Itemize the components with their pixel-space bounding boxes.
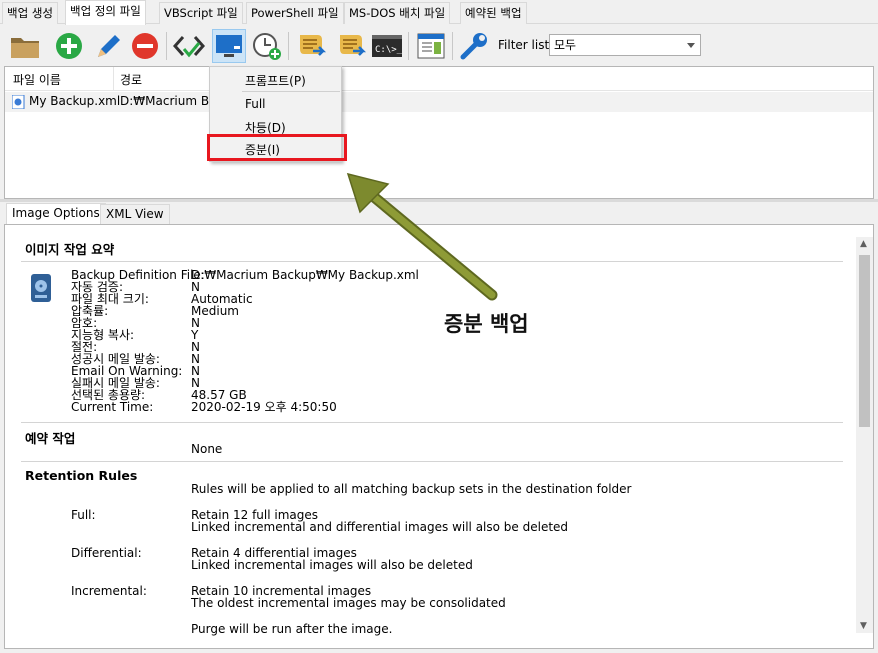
settings-button[interactable] (458, 29, 492, 63)
file-name-cell: My Backup.xml (29, 94, 121, 108)
vbscript-icon (300, 35, 327, 56)
menu-item-full[interactable]: Full (245, 97, 266, 111)
powershell-icon (340, 35, 367, 56)
incremental-highlight-box (207, 134, 347, 161)
toolbar: C:\>_ Filter list 모두 (4, 26, 874, 68)
summary-title: 이미지 작업 요약 (25, 242, 115, 257)
top-tab-bar: 백업 생성 백업 정의 파일 VBScript 파일 PowerShell 파일… (0, 0, 878, 25)
delete-icon (132, 33, 158, 59)
file-list-header: 파일 이름 경로 (5, 67, 873, 91)
xml-file-icon (12, 95, 25, 109)
retention-title: Retention Rules (25, 468, 138, 483)
properties-button[interactable] (414, 29, 448, 63)
msdos-icon: C:\>_ (372, 35, 403, 57)
add-icon (56, 33, 82, 59)
filter-list-select[interactable]: 모두 (549, 34, 701, 56)
drive-icon (31, 274, 51, 302)
filter-list-label: Filter list (498, 38, 550, 52)
svg-text:C:\>_: C:\>_ (375, 45, 403, 55)
vbscript-button[interactable] (294, 29, 328, 63)
edit-button[interactable] (90, 29, 124, 63)
powershell-button[interactable] (334, 29, 368, 63)
tab-image-options[interactable]: Image Options (6, 203, 106, 226)
purge-text: Purge will be run after the image. (191, 622, 393, 636)
edit-icon (98, 35, 120, 57)
tab-backup-definition-files[interactable]: 백업 정의 파일 (65, 0, 146, 25)
add-button[interactable] (52, 29, 86, 63)
retention-label-incremental: Incremental: (71, 584, 147, 598)
tab-msdos-batch-files[interactable]: MS-DOS 배치 파일 (344, 2, 451, 24)
delete-button[interactable] (128, 29, 162, 63)
open-folder-button[interactable] (8, 29, 42, 63)
report-scrollbar[interactable]: ▲ ▼ (856, 237, 873, 633)
scroll-thumb[interactable] (859, 255, 870, 427)
settings-wrench-icon (460, 33, 487, 60)
backup-image-icon (216, 35, 242, 57)
retention-label-full: Full: (71, 508, 96, 522)
msdos-batch-button[interactable]: C:\>_ (370, 29, 404, 63)
annotation-arrow (346, 172, 498, 301)
schedule-icon (253, 33, 281, 60)
schedule-title: 예약 작업 (25, 431, 76, 446)
annotation-label: 증분 백업 (444, 312, 529, 336)
backup-dropdown-button[interactable] (212, 29, 246, 63)
retention-intro: Rules will be applied to all matching ba… (191, 482, 632, 496)
chevron-down-icon (687, 43, 695, 48)
schedule-value: None (191, 442, 223, 456)
retention-label-differential: Differential: (71, 546, 142, 560)
summary-label: Current Time: (71, 400, 154, 414)
tab-xml-view[interactable]: XML View (100, 204, 170, 225)
properties-icon (417, 33, 445, 59)
retention-full-line2: Linked incremental and differential imag… (191, 520, 569, 534)
scroll-up-icon[interactable]: ▲ (860, 239, 867, 249)
tab-vbscript-files[interactable]: VBScript 파일 (159, 2, 243, 24)
column-path[interactable]: 경로 (120, 71, 142, 88)
summary-value: 2020-02-19 오후 4:50:50 (191, 400, 337, 414)
schedule-button[interactable] (250, 29, 284, 63)
scroll-down-icon[interactable]: ▼ (860, 621, 867, 631)
tab-scheduled-backups[interactable]: 예약된 백업 (460, 2, 527, 24)
xml-check-icon (173, 36, 205, 58)
verify-xml-button[interactable] (172, 29, 206, 63)
tab-powershell-files[interactable]: PowerShell 파일 (246, 2, 344, 24)
file-path-cell: D:₩Macrium Bac (120, 94, 224, 108)
retention-incremental-line2: The oldest incremental images may be con… (191, 596, 506, 610)
filter-list-value: 모두 (554, 38, 577, 52)
column-file-name[interactable]: 파일 이름 (13, 71, 61, 88)
menu-item-prompt[interactable]: 프롬프트(P) (245, 72, 306, 89)
folder-icon (11, 38, 39, 58)
table-row[interactable]: My Backup.xml D:₩Macrium Bac (5, 92, 873, 112)
tab-create-backup[interactable]: 백업 생성 (2, 2, 58, 24)
retention-differential-line2: Linked incremental images will also be d… (191, 558, 473, 572)
